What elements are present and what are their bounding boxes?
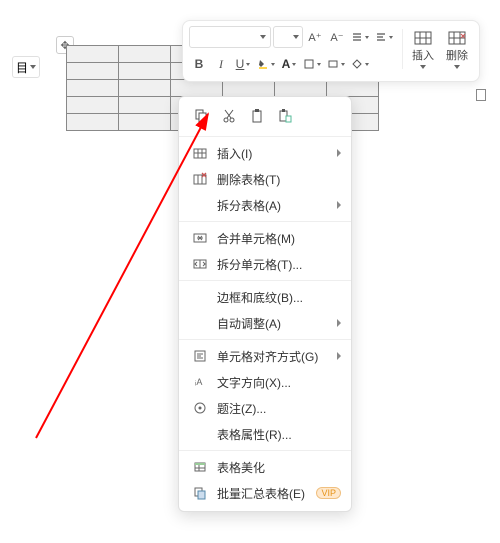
delete-table-icon [191,170,209,188]
decrease-font-button[interactable]: A⁻ [327,26,347,48]
menu-borders[interactable]: 边框和底纹(B)... [179,284,351,310]
floating-toolbar: A⁺ A⁻ B I U A 插入 删除 [182,20,480,82]
context-menu: 插入(I) 删除表格(T) 拆分表格(A) 合并单元格(M) 拆分单元格(T).… [178,96,352,512]
svg-text:ᵢA: ᵢA [195,377,202,387]
menu-label: 题注(Z)... [217,400,341,417]
align-icon [191,347,209,365]
menu-label: 单元格对齐方式(G) [217,348,337,365]
insert-button[interactable]: 插入 [407,27,439,73]
fill-button[interactable] [349,53,371,75]
menu-label: 文字方向(X)... [217,374,341,391]
font-color-button[interactable]: A [279,53,299,75]
menu-split-table[interactable]: 拆分表格(A) [179,192,351,218]
menu-delete-table[interactable]: 删除表格(T) [179,166,351,192]
merge-cells-icon [191,229,209,247]
menu-cell-align[interactable]: 单元格对齐方式(G) [179,343,351,369]
delete-label: 删除 [446,47,468,63]
align-button[interactable] [373,26,395,48]
copy-icon [193,108,209,124]
chevron-right-icon [337,319,341,327]
chevron-right-icon [337,201,341,209]
font-size-select[interactable] [273,26,303,48]
menu-text-direction[interactable]: ᵢA 文字方向(X)... [179,369,351,395]
menu-properties[interactable]: 表格属性(R)... [179,421,351,447]
menu-label: 插入(I) [217,145,337,162]
menu-label: 表格美化 [217,459,341,476]
increase-font-button[interactable]: A⁺ [305,26,325,48]
delete-icon [448,31,466,45]
menu-insert[interactable]: 插入(I) [179,140,351,166]
paste-button[interactable] [247,106,267,126]
highlight-button[interactable] [255,53,277,75]
insert-icon [414,31,432,45]
paste-special-icon [277,108,293,124]
underline-button[interactable]: U [233,53,253,75]
menu-label: 批量汇总表格(E) [217,485,312,502]
vip-badge: VIP [316,487,341,499]
menu-autofit[interactable]: 自动调整(A) [179,310,351,336]
menu-label: 删除表格(T) [217,171,341,188]
summary-icon [191,484,209,502]
paste-icon [249,108,265,124]
chevron-right-icon [337,352,341,360]
beautify-icon [191,458,209,476]
font-family-select[interactable] [189,26,271,48]
menu-label: 拆分表格(A) [217,197,337,214]
insert-label: 插入 [412,47,434,63]
list-button[interactable] [349,26,371,48]
menu-batch-summary[interactable]: 批量汇总表格(E) VIP [179,480,351,506]
menu-split-cells[interactable]: 拆分单元格(T)... [179,251,351,277]
menu-merge-cells[interactable]: 合并单元格(M) [179,225,351,251]
bold-button[interactable]: B [189,53,209,75]
cut-button[interactable] [219,106,239,126]
page-indicator[interactable]: 目 [12,56,40,78]
menu-label: 边框和底纹(B)... [217,289,341,306]
copy-button[interactable] [191,106,211,126]
border-button[interactable] [301,53,323,75]
menu-beautify[interactable]: 表格美化 [179,454,351,480]
paste-special-button[interactable] [275,106,295,126]
table-resize-handle[interactable] [476,89,486,101]
split-cells-icon [191,255,209,273]
insert-row-icon [191,144,209,162]
menu-label: 合并单元格(M) [217,230,341,247]
menu-label: 自动调整(A) [217,315,337,332]
shape-button[interactable] [325,53,347,75]
chevron-right-icon [337,149,341,157]
page-indicator-label: 目 [16,59,28,76]
cut-icon [221,108,237,124]
menu-label: 表格属性(R)... [217,426,341,443]
text-direction-icon: ᵢA [191,373,209,391]
menu-caption[interactable]: 题注(Z)... [179,395,351,421]
italic-button[interactable]: I [211,53,231,75]
caption-icon [191,399,209,417]
menu-label: 拆分单元格(T)... [217,256,341,273]
delete-button[interactable]: 删除 [441,27,473,73]
